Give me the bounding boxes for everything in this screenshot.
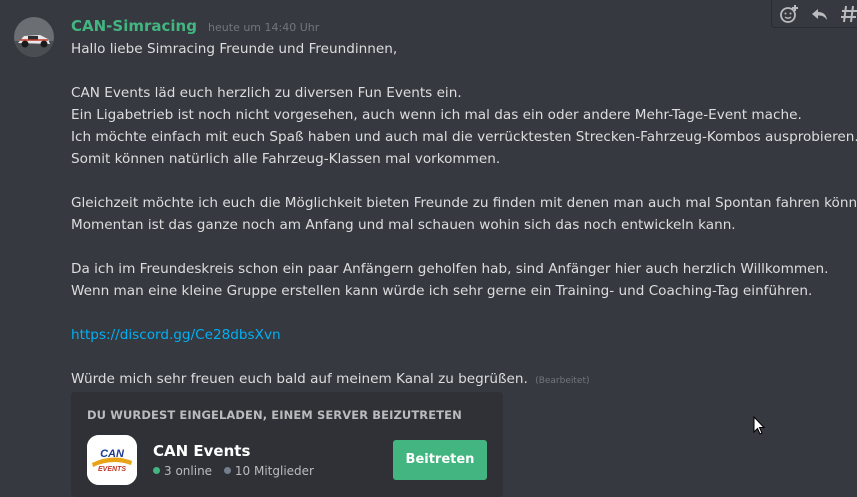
online-dot-icon	[153, 467, 160, 474]
server-invite-card: DU WURDEST EINGELADEN, EINEM SERVER BEIZ…	[71, 392, 503, 497]
message-line: CAN Events läd euch herzlich zu diversen…	[71, 85, 462, 101]
online-stat: 3 online	[153, 464, 216, 478]
reply-icon[interactable]	[809, 3, 831, 25]
online-count: 3 online	[164, 464, 213, 478]
author-avatar[interactable]	[14, 17, 54, 57]
invite-link[interactable]: https://discord.gg/Ce28dbsXvn	[71, 327, 281, 343]
message-line	[71, 302, 851, 324]
invite-link-line: https://discord.gg/Ce28dbsXvn	[71, 324, 851, 346]
message-line	[71, 60, 851, 82]
add-reaction-icon[interactable]	[778, 3, 800, 25]
message-line: Da ich im Freundeskreis schon ein paar A…	[71, 261, 829, 277]
message-toolbar	[771, 0, 857, 28]
join-server-button[interactable]: Beitreten	[393, 440, 487, 480]
server-stats: 3 online 10 Mitglieder	[153, 464, 322, 478]
edited-label: (Bearbeitet)	[535, 376, 590, 386]
server-logo[interactable]: CAN EVENTS	[87, 435, 137, 485]
logo-text: CAN	[100, 448, 125, 460]
message-line: Ich möchte einfach mit euch Spaß haben u…	[71, 129, 857, 145]
message-timestamp: heute um 14:40 Uhr	[208, 21, 320, 34]
message-line: Ein Ligabetrieb ist noch nicht vorgesehe…	[71, 107, 802, 123]
message-line: Wenn man eine kleine Gruppe erstellen ka…	[71, 283, 813, 299]
author-name[interactable]: CAN-Simracing	[71, 17, 197, 35]
can-events-logo-icon: CAN EVENTS	[87, 435, 137, 485]
message-line	[71, 236, 851, 258]
member-count: 10 Mitglieder	[234, 464, 314, 478]
race-car-avatar-icon	[14, 17, 54, 57]
message-closing-line: Würde mich sehr freuen euch bald auf mei…	[71, 368, 851, 390]
message-line: Hallo liebe Simracing Freunde und Freund…	[71, 41, 398, 57]
message-content: Hallo liebe Simracing Freunde und Freund…	[71, 38, 857, 390]
chat-message: CAN-Simracing heute um 14:40 Uhr Hallo l…	[0, 0, 857, 497]
member-stat: 10 Mitglieder	[223, 464, 314, 478]
mouse-cursor-icon	[753, 415, 767, 436]
message-header: CAN-Simracing heute um 14:40 Uhr	[71, 16, 319, 36]
message-line: Gleichzeit möchte ich euch die Möglichke…	[71, 195, 857, 211]
message-closing-text: Würde mich sehr freuen euch bald auf mei…	[71, 371, 528, 387]
message-line: Somit können natürlich alle Fahrzeug-Kla…	[71, 151, 501, 167]
invite-header: DU WURDEST EINGELADEN, EINEM SERVER BEIZ…	[87, 408, 462, 422]
message-line	[71, 170, 851, 192]
message-line: Momentan ist das ganze noch am Anfang un…	[71, 217, 736, 233]
members-dot-icon	[223, 467, 231, 474]
logo-subtext: EVENTS	[98, 466, 126, 473]
server-name[interactable]: CAN Events	[153, 442, 250, 460]
more-icon[interactable]	[839, 3, 857, 25]
